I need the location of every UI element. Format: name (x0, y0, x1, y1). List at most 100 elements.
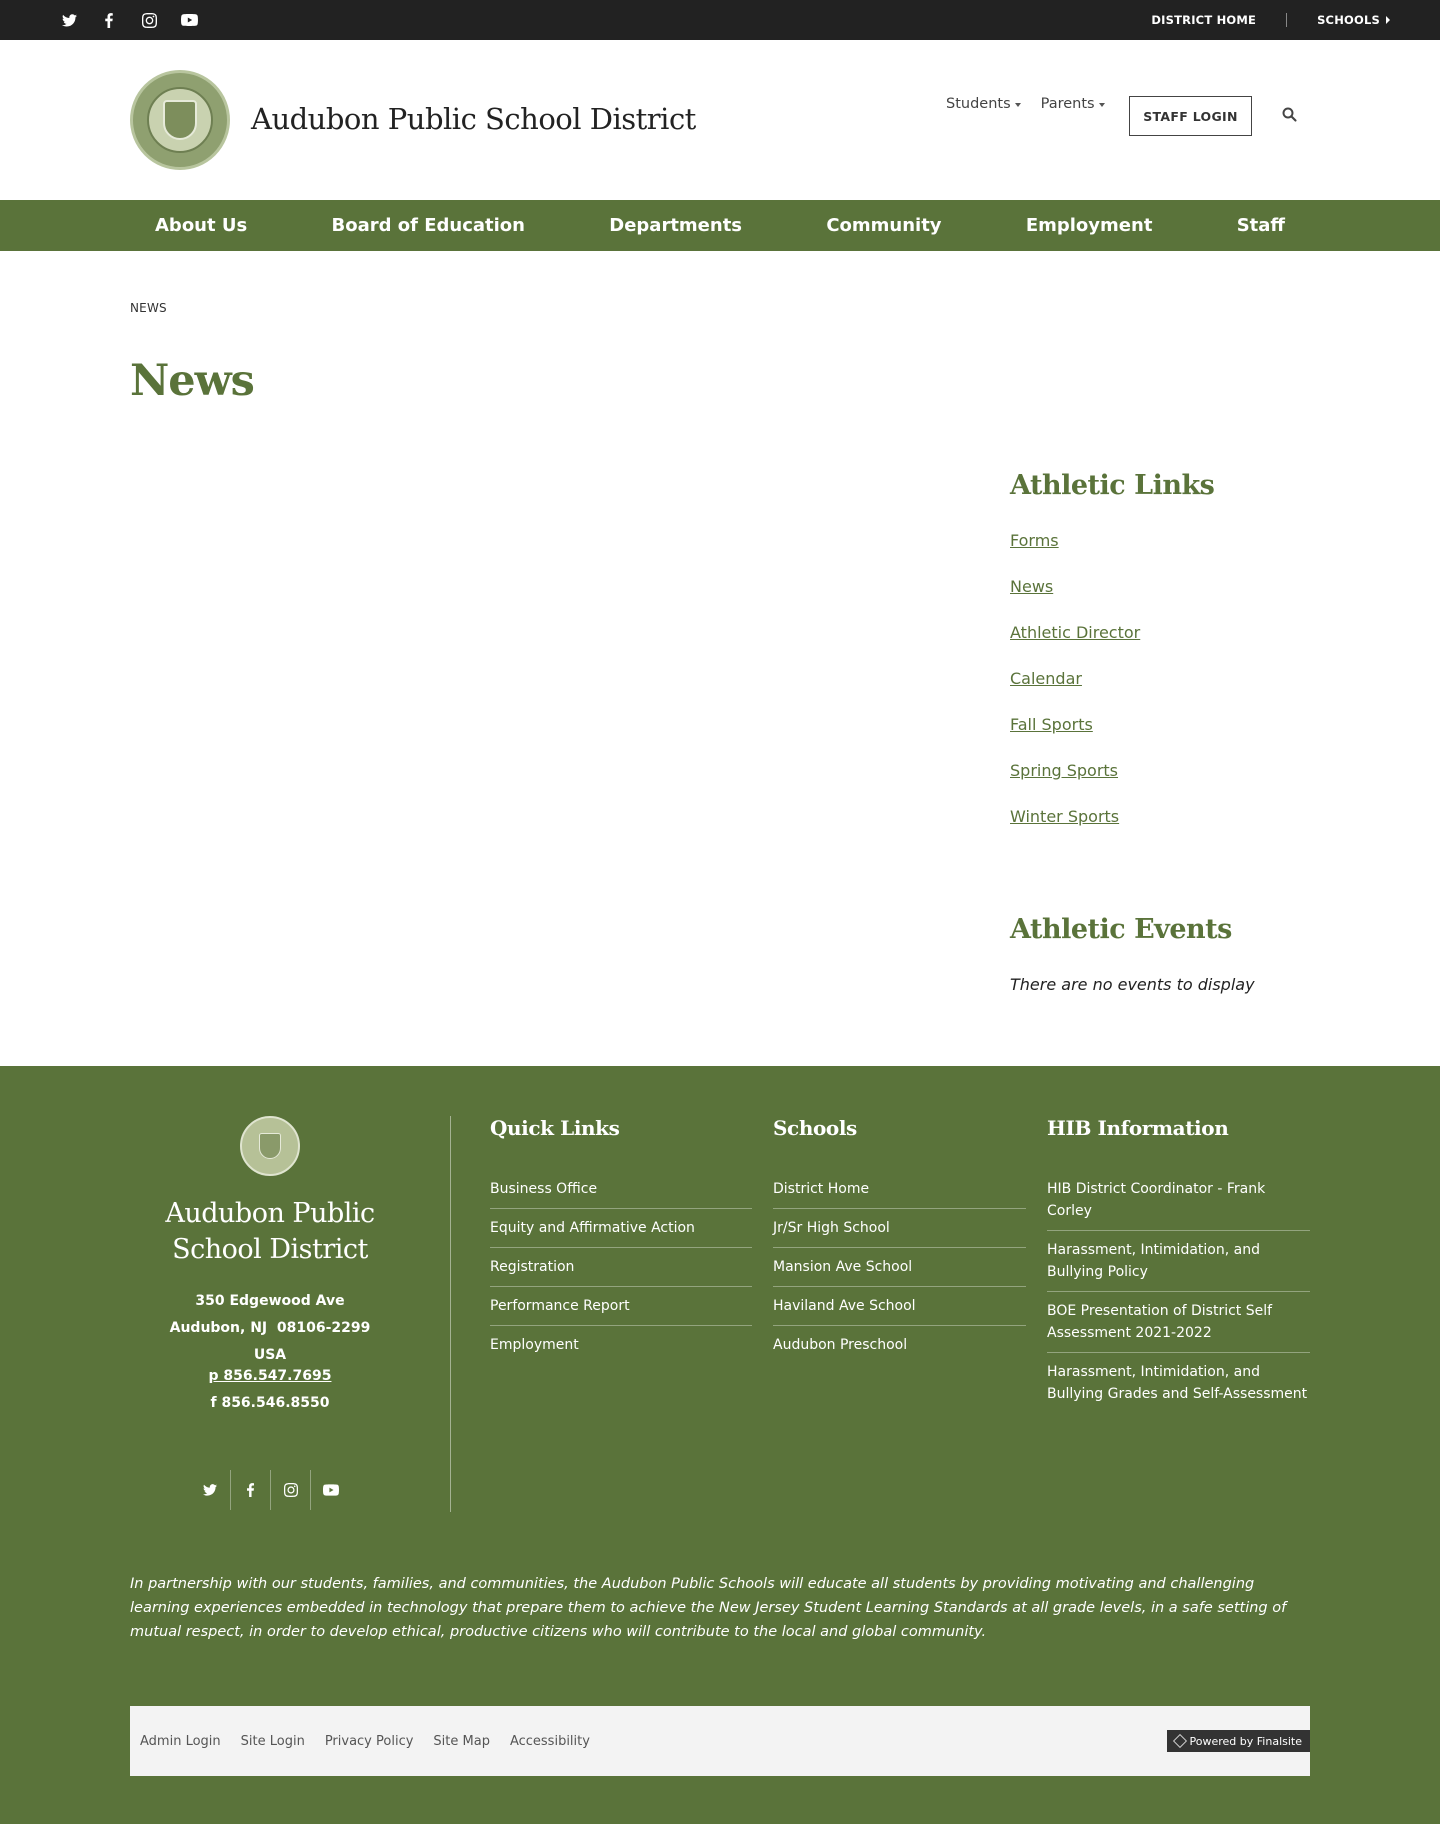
hib-heading: HIB Information (1047, 1116, 1229, 1140)
nav-item-about-us[interactable]: About Us (130, 215, 272, 236)
footer-district-name: Audubon Public School District (165, 1198, 375, 1265)
schools-list: District Home Jr/Sr High School Mansion … (773, 1170, 1026, 1364)
instagram-icon[interactable] (270, 1470, 310, 1510)
quick-link-performance-report[interactable]: Performance Report (490, 1287, 752, 1326)
parents-label: Parents (1040, 96, 1095, 112)
quick-link-equity[interactable]: Equity and Affirmative Action (490, 1209, 752, 1248)
powered-by-finalsite-badge[interactable]: Powered by Finalsite (1166, 1730, 1310, 1752)
twitter-icon[interactable] (190, 1470, 230, 1510)
footer-utility-links: Admin Login Site Login Privacy Policy Si… (140, 1706, 590, 1776)
athletic-link-spring-sports[interactable]: Spring Sports (1010, 761, 1118, 780)
nav-item-employment[interactable]: Employment (1001, 215, 1178, 236)
main-navigation: About Us Board of Education Departments … (0, 200, 1440, 251)
school-link-jr-sr-high[interactable]: Jr/Sr High School (773, 1209, 1026, 1248)
students-label: Students (946, 96, 1011, 112)
finalsite-logo-icon (1172, 1733, 1187, 1749)
nav-item-community[interactable]: Community (801, 215, 966, 236)
parents-dropdown[interactable]: Parents (1041, 96, 1105, 112)
header-audience-nav: Students Parents (946, 96, 1105, 112)
school-link-preschool[interactable]: Audubon Preschool (773, 1326, 1026, 1364)
no-events-message: There are no events to display (1010, 975, 1255, 994)
hib-link-coordinator[interactable]: HIB District Coordinator - Frank Corley (1047, 1170, 1310, 1231)
seal-inner (147, 87, 213, 153)
powered-by-label: Powered by Finalsite (1189, 1734, 1302, 1748)
nav-item-staff[interactable]: Staff (1212, 215, 1310, 236)
schools-dropdown[interactable]: SCHOOLS (1287, 13, 1390, 27)
quick-links-column: Quick Links Business Office Equity and A… (490, 1116, 752, 1364)
list-item: Calendar (1010, 669, 1310, 715)
hib-information-column: HIB Information HIB District Coordinator… (1047, 1116, 1310, 1413)
accessibility-link[interactable]: Accessibility (510, 1734, 590, 1749)
quick-links-heading: Quick Links (490, 1116, 620, 1140)
top-right-links: DISTRICT HOME SCHOOLS (1151, 0, 1390, 40)
site-login-link[interactable]: Site Login (241, 1734, 305, 1749)
athletic-link-forms[interactable]: Forms (1010, 531, 1059, 550)
list-item: Spring Sports (1010, 761, 1310, 807)
phone-link[interactable]: p 856.547.7695 (130, 1365, 410, 1387)
address-street: 350 Edgewood Ave (195, 1293, 345, 1309)
district-home-link[interactable]: DISTRICT HOME (1151, 13, 1288, 27)
list-item: Fall Sports (1010, 715, 1310, 761)
crest-icon (259, 1133, 281, 1159)
list-item: Forms (1010, 531, 1310, 577)
athletic-link-fall-sports[interactable]: Fall Sports (1010, 715, 1093, 734)
crest-icon (163, 100, 197, 140)
athletic-links-heading: Athletic Links (1010, 470, 1215, 501)
district-seal-logo[interactable] (130, 70, 230, 170)
school-link-haviland-ave[interactable]: Haviland Ave School (773, 1287, 1026, 1326)
footer-address: 350 Edgewood Ave Audubon, NJ 08106-2299 … (130, 1288, 410, 1419)
school-link-mansion-ave[interactable]: Mansion Ave School (773, 1248, 1026, 1287)
caret-right-icon (1386, 16, 1390, 24)
nav-item-board-of-education[interactable]: Board of Education (306, 215, 550, 236)
quick-link-employment[interactable]: Employment (490, 1326, 752, 1364)
address-city: Audubon, NJ 08106-2299 (169, 1320, 371, 1336)
list-item: News (1010, 577, 1310, 623)
hib-link-policy[interactable]: Harassment, Intimidation, and Bullying P… (1047, 1231, 1310, 1292)
instagram-icon[interactable] (138, 9, 160, 31)
privacy-policy-link[interactable]: Privacy Policy (325, 1734, 414, 1749)
schools-label: SCHOOLS (1317, 13, 1380, 27)
facebook-icon[interactable] (98, 9, 120, 31)
footer-seal-logo[interactable] (240, 1116, 300, 1176)
fax-number: f 856.546.8550 (210, 1395, 330, 1411)
school-link-district-home[interactable]: District Home (773, 1170, 1026, 1209)
page-title: News (130, 356, 255, 406)
footer-divider (450, 1116, 451, 1512)
site-title[interactable]: Audubon Public School District (251, 102, 696, 136)
schools-heading: Schools (773, 1116, 857, 1140)
footer-bottom-bar: Admin Login Site Login Privacy Policy Si… (130, 1706, 1310, 1776)
footer-social-links (190, 1470, 350, 1510)
site-header: Audubon Public School District Students … (0, 40, 1440, 200)
caret-down-icon (1014, 103, 1021, 107)
youtube-icon[interactable] (310, 1470, 350, 1510)
quick-links-list: Business Office Equity and Affirmative A… (490, 1170, 752, 1364)
athletic-events-heading: Athletic Events (1010, 914, 1232, 945)
quick-link-business-office[interactable]: Business Office (490, 1170, 752, 1209)
athletic-link-athletic-director[interactable]: Athletic Director (1010, 623, 1140, 642)
search-icon[interactable] (1282, 107, 1298, 123)
athletic-links-section: Athletic Links Forms News Athletic Direc… (1010, 470, 1310, 853)
facebook-icon[interactable] (230, 1470, 270, 1510)
athletic-links-list: Forms News Athletic Director Calendar Fa… (1010, 531, 1310, 853)
hib-link-grades[interactable]: Harassment, Intimidation, and Bullying G… (1047, 1353, 1310, 1413)
athletic-link-news[interactable]: News (1010, 577, 1053, 596)
staff-login-button[interactable]: STAFF LOGIN (1129, 96, 1252, 136)
site-map-link[interactable]: Site Map (433, 1734, 490, 1749)
list-item: Athletic Director (1010, 623, 1310, 669)
site-footer: Audubon Public School District 350 Edgew… (0, 1066, 1440, 1824)
hib-link-boe-presentation[interactable]: BOE Presentation of District Self Assess… (1047, 1292, 1310, 1353)
twitter-icon[interactable] (58, 9, 80, 31)
caret-down-icon (1098, 103, 1105, 107)
top-social-links (58, 0, 200, 40)
top-utility-bar: DISTRICT HOME SCHOOLS (0, 0, 1440, 40)
quick-link-registration[interactable]: Registration (490, 1248, 752, 1287)
students-dropdown[interactable]: Students (946, 96, 1021, 112)
athletic-link-winter-sports[interactable]: Winter Sports (1010, 807, 1119, 826)
list-item: Winter Sports (1010, 807, 1310, 853)
youtube-icon[interactable] (178, 9, 200, 31)
nav-item-departments[interactable]: Departments (584, 215, 767, 236)
admin-login-link[interactable]: Admin Login (140, 1734, 221, 1749)
mission-statement: In partnership with our students, famili… (130, 1576, 1287, 1640)
athletic-link-calendar[interactable]: Calendar (1010, 669, 1082, 688)
hib-list: HIB District Coordinator - Frank Corley … (1047, 1170, 1310, 1413)
